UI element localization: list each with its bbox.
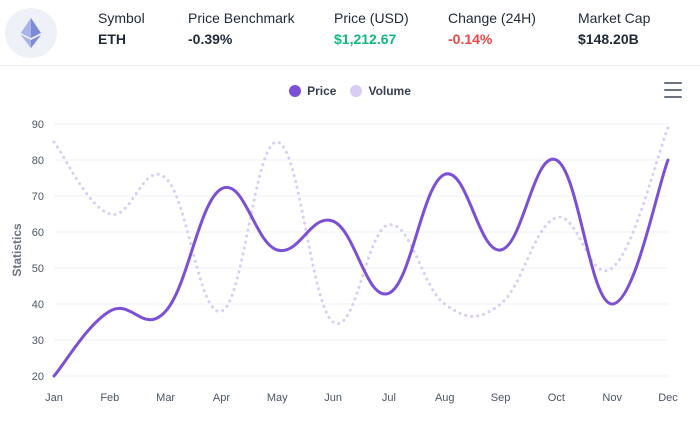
x-tick-label: Jan	[45, 392, 63, 404]
legend-item-price[interactable]: Price	[289, 84, 336, 98]
x-tick-label: Nov	[602, 392, 622, 404]
x-tick-label: Aug	[435, 392, 455, 404]
y-tick-label: 20	[32, 371, 44, 383]
legend-marker-volume	[350, 85, 363, 97]
y-tick-label: 70	[32, 191, 44, 203]
y-tick-label: 50	[32, 263, 44, 275]
y-axis-label: Statistics	[10, 223, 24, 277]
x-tick-label: May	[267, 392, 288, 404]
x-tick-label: Jul	[382, 392, 396, 404]
y-tick-label: 40	[32, 299, 44, 311]
legend-label-price: Price	[307, 84, 337, 98]
series-line-volume	[52, 126, 670, 326]
y-tick-label: 90	[32, 119, 44, 131]
legend-marker-price	[289, 85, 302, 97]
line-chart: 20 30 40 50 60 70 80 90 Jan Feb Mar Apr May Jun Jul Aug…	[10, 119, 678, 404]
chart-legend: Price Volume	[0, 82, 700, 100]
legend-label-volume: Volume	[368, 84, 411, 98]
x-tick-label: Dec	[658, 392, 678, 404]
legend-item-volume[interactable]: Volume	[350, 84, 411, 98]
y-tick-label: 30	[32, 335, 44, 347]
x-tick-label: Jun	[324, 392, 342, 404]
x-tick-label: Feb	[100, 392, 119, 404]
x-tick-label: Oct	[548, 392, 565, 404]
hamburger-menu-icon[interactable]	[664, 82, 682, 98]
y-tick-label: 60	[32, 227, 44, 239]
y-tick-label: 80	[32, 155, 44, 167]
x-tick-label: Sep	[491, 392, 511, 404]
x-tick-label: Apr	[213, 392, 230, 404]
x-tick-label: Mar	[156, 392, 175, 404]
